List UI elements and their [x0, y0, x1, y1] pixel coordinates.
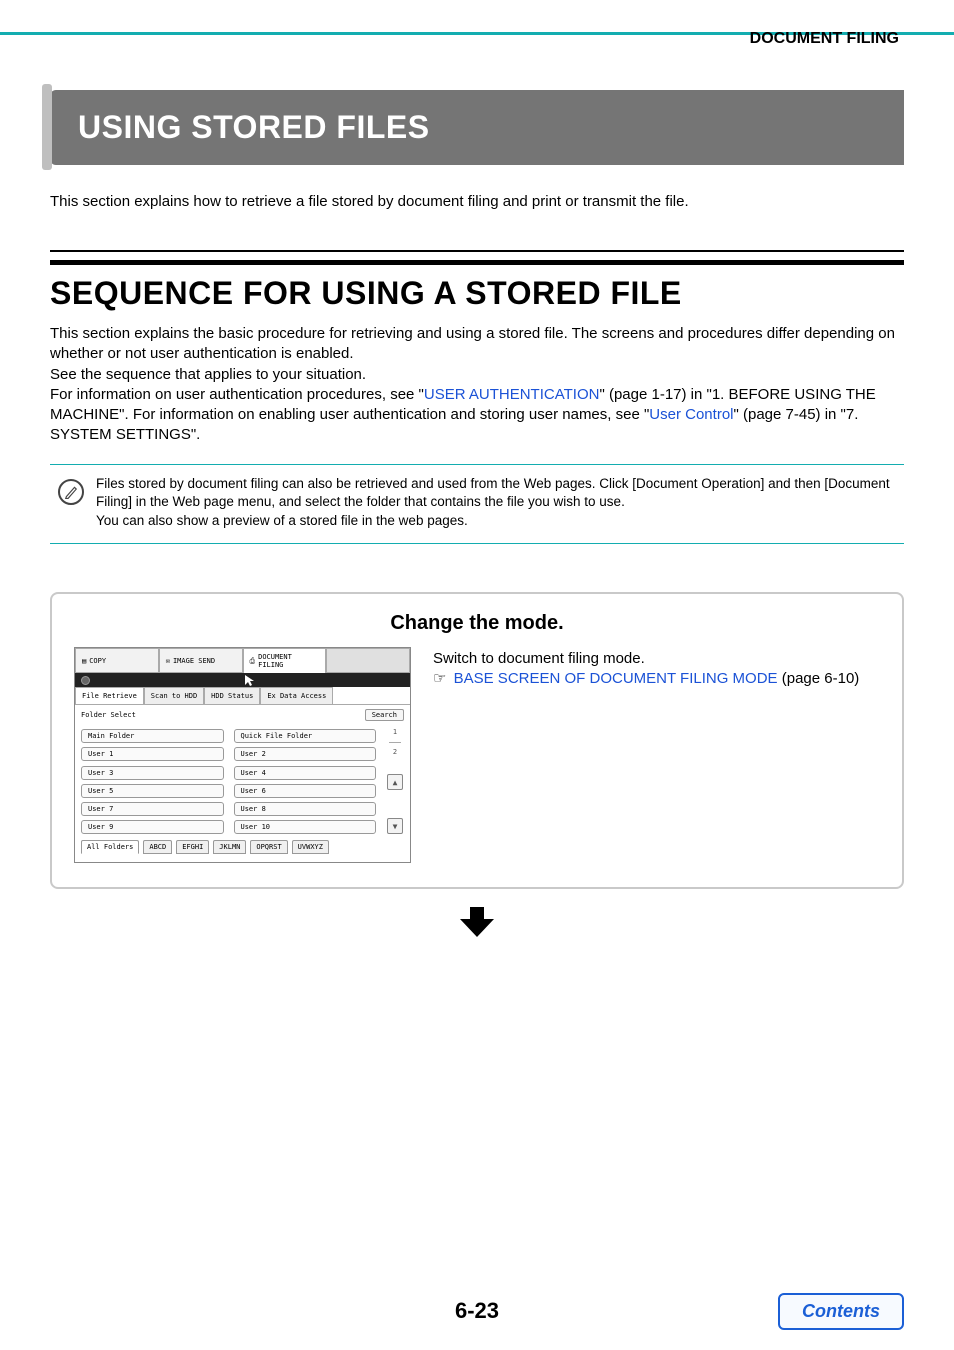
user-control-link[interactable]: User Control: [649, 406, 733, 423]
base-screen-link[interactable]: BASE SCREEN OF DOCUMENT FILING MODE: [454, 670, 778, 687]
note-box: Files stored by document filing can also…: [50, 464, 904, 545]
subtab-hdd-status[interactable]: HDD Status: [204, 687, 260, 704]
folder-button[interactable]: User 6: [234, 784, 377, 798]
page-indicator-bottom: 2: [393, 749, 397, 756]
status-dot-icon: [81, 676, 90, 685]
folder-button[interactable]: User 8: [234, 802, 377, 816]
filter-tab[interactable]: EFGHI: [176, 840, 209, 854]
section-title: USING STORED FILES: [78, 109, 430, 146]
folder-button[interactable]: User 4: [234, 766, 377, 780]
folder-button[interactable]: User 5: [81, 784, 224, 798]
screen-mock: ▤COPY ✉IMAGE SEND ⎙DOCUMENT FILING File …: [74, 647, 411, 863]
folder-button[interactable]: User 7: [81, 802, 224, 816]
note-icon: [58, 479, 84, 505]
breadcrumb: DOCUMENT FILING: [750, 30, 899, 48]
subtab-file-retrieve[interactable]: File Retrieve: [75, 687, 144, 704]
main-folder-button[interactable]: Main Folder: [81, 729, 224, 743]
folder-button[interactable]: User 10: [234, 820, 377, 834]
down-arrow-icon: [50, 907, 904, 942]
filter-tab[interactable]: JKLMN: [213, 840, 246, 854]
step-link-tail: (page 6-10): [778, 670, 860, 687]
mock-toolbar: [75, 673, 410, 687]
step-card: Change the mode. ▤COPY ✉IMAGE SEND ⎙DOCU…: [50, 592, 904, 889]
subtab-scan-hdd[interactable]: Scan to HDD: [144, 687, 204, 704]
intro-text: This section explains how to retrieve a …: [50, 193, 904, 210]
search-button[interactable]: Search: [365, 709, 404, 721]
cursor-icon: [245, 674, 255, 686]
tab-image-send[interactable]: ✉IMAGE SEND: [159, 648, 243, 673]
tab-copy[interactable]: ▤COPY: [75, 648, 159, 673]
section-banner: USING STORED FILES: [50, 90, 904, 165]
filter-tab[interactable]: UVWXYZ: [292, 840, 329, 854]
tab-empty: [326, 648, 410, 673]
user-authentication-link[interactable]: USER AUTHENTICATION: [424, 386, 600, 403]
filter-tab[interactable]: OPQRST: [250, 840, 287, 854]
pointer-icon: ☞: [433, 670, 446, 687]
quick-file-folder-button[interactable]: Quick File Folder: [234, 729, 377, 743]
folder-button[interactable]: User 3: [81, 766, 224, 780]
subtab-ex-data[interactable]: Ex Data Access: [260, 687, 333, 704]
contents-button[interactable]: Contents: [778, 1293, 904, 1330]
folder-button[interactable]: User 9: [81, 820, 224, 834]
page-indicator-top: 1: [393, 729, 397, 736]
body-text: This section explains the basic procedur…: [50, 324, 904, 446]
scroll-up-button[interactable]: ▲: [387, 774, 403, 790]
filter-tab[interactable]: ABCD: [143, 840, 172, 854]
tab-document-filing[interactable]: ⎙DOCUMENT FILING: [243, 648, 327, 673]
folder-button[interactable]: User 1: [81, 747, 224, 761]
folder-select-label: Folder Select: [81, 711, 136, 719]
step-instruction: Switch to document filing mode.: [433, 649, 859, 669]
heading-sequence: SEQUENCE FOR USING A STORED FILE: [50, 260, 904, 312]
step-title: Change the mode.: [74, 612, 880, 635]
filter-tab[interactable]: All Folders: [81, 840, 139, 854]
folder-button[interactable]: User 2: [234, 747, 377, 761]
scroll-down-button[interactable]: ▼: [387, 818, 403, 834]
